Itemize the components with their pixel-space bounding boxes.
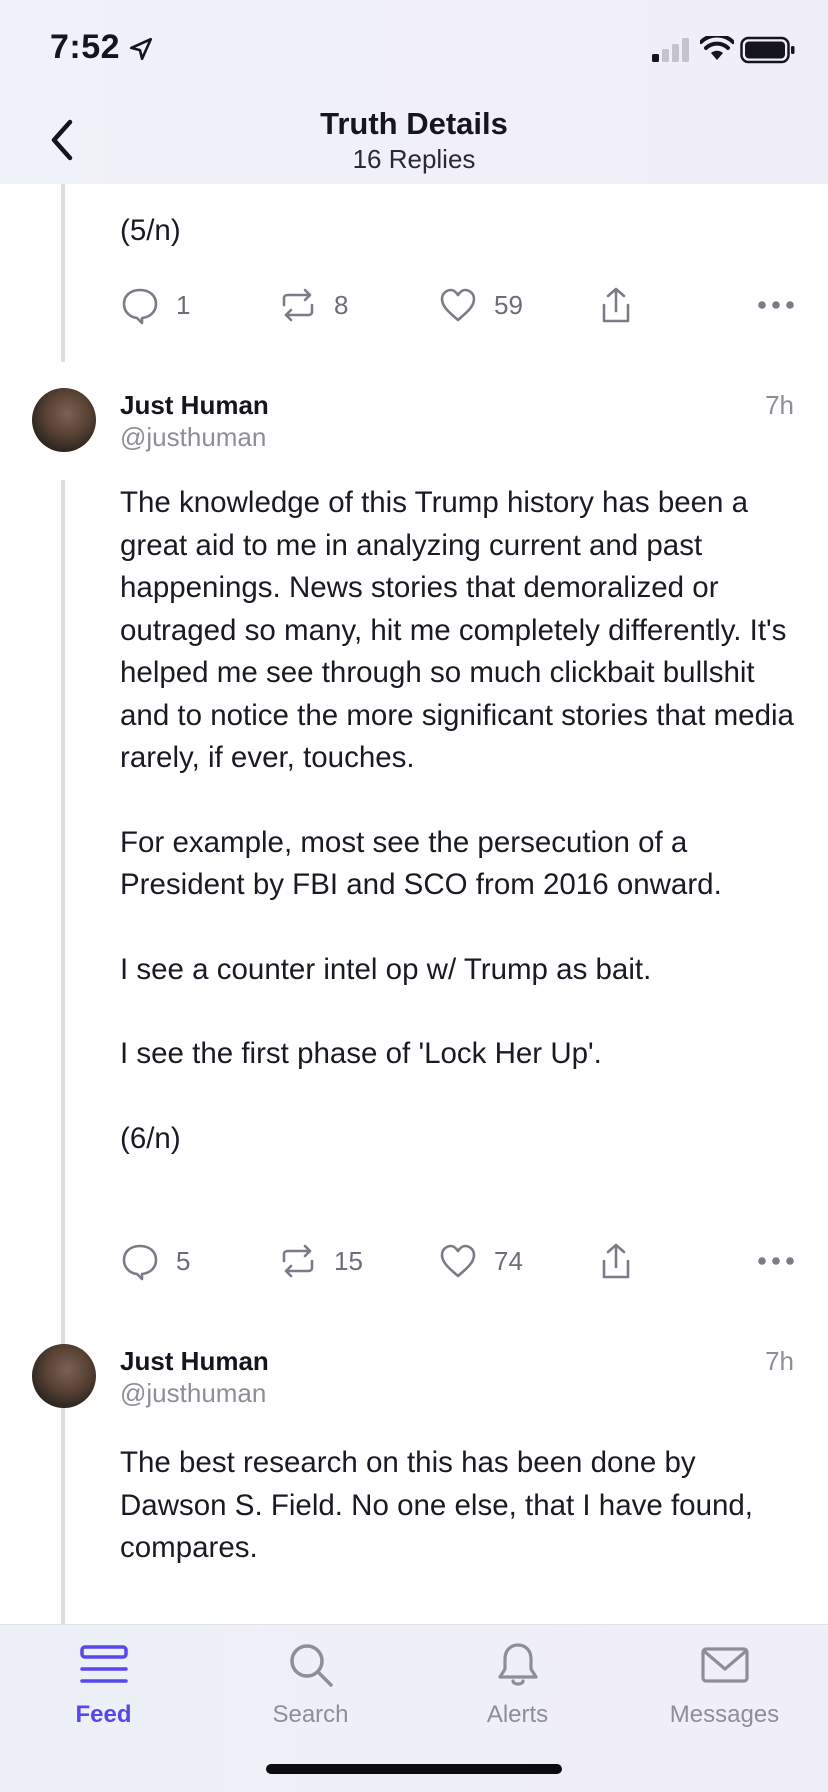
status-bar: 7:52 — [0, 0, 828, 100]
tab-label: Feed — [75, 1701, 132, 1728]
heart-icon — [440, 288, 476, 322]
retruth-count: 15 — [334, 1245, 363, 1276]
envelope-icon — [700, 1647, 749, 1683]
replies-count: 16 Replies — [352, 144, 476, 174]
author-name[interactable]: Just Human — [120, 390, 269, 421]
retruth-icon — [282, 288, 314, 322]
location-arrow-icon — [129, 37, 153, 61]
share-button[interactable] — [596, 280, 636, 330]
search-icon — [289, 1644, 333, 1687]
tab-label: Messages — [669, 1701, 780, 1728]
post-paragraph: The knowledge of this Trump history has … — [120, 486, 794, 774]
like-button[interactable]: 74 — [438, 1236, 523, 1286]
post-text: The knowledge of this Trump history has … — [120, 426, 800, 1160]
share-button[interactable] — [596, 1236, 636, 1286]
post-paragraph: I see a counter intel op w/ Trump as bai… — [120, 952, 652, 986]
avatar[interactable] — [32, 388, 96, 452]
thread-feed[interactable]: (5/n) 1 8 59 Just Human @justhuman 7h Th… — [0, 184, 828, 1624]
bell-icon — [497, 1643, 538, 1686]
post-paragraph: I see the first phase of 'Lock Her Up'. — [120, 1037, 602, 1070]
post-paragraph: (5/n) — [120, 214, 181, 247]
page-title: Truth Details — [320, 106, 508, 141]
ellipsis-icon — [758, 1257, 794, 1265]
reply-count: 1 — [176, 289, 191, 320]
battery-icon — [740, 36, 795, 64]
post-paragraph: (6/n) — [120, 1121, 181, 1155]
thread-line — [61, 1436, 65, 1624]
post-text: The best research on this has been done … — [120, 1436, 800, 1570]
post-text: (5/n) — [120, 210, 800, 253]
like-button[interactable]: 59 — [438, 280, 523, 330]
tab-messages[interactable]: Messages — [621, 1639, 828, 1749]
tab-label: Alerts — [486, 1701, 549, 1728]
author-handle[interactable]: @justhuman — [120, 1378, 266, 1409]
post-actions: 1 8 59 — [120, 280, 800, 330]
status-time: 7:52 — [50, 28, 121, 66]
post-actions: 5 15 74 — [120, 1236, 800, 1286]
share-icon — [602, 287, 630, 323]
author-name[interactable]: Just Human — [120, 1346, 269, 1377]
avatar[interactable] — [32, 1344, 96, 1408]
reply-icon — [122, 1244, 158, 1281]
top-bar: 7:52 Truth Details 16 Replies — [0, 0, 828, 184]
retruth-icon — [282, 1244, 314, 1278]
retruth-button[interactable]: 15 — [278, 1236, 363, 1286]
reply-button[interactable]: 1 — [120, 280, 190, 330]
tab-alerts[interactable]: Alerts — [414, 1639, 621, 1749]
retruth-count: 8 — [334, 289, 349, 320]
tab-feed[interactable]: Feed — [0, 1639, 207, 1749]
wifi-icon — [700, 36, 734, 60]
cellular-signal-icon — [652, 38, 689, 62]
feed-icon — [79, 1645, 128, 1683]
reply-count: 5 — [176, 1245, 191, 1276]
home-indicator[interactable] — [266, 1764, 562, 1774]
post-paragraph: The best research on this has been done … — [120, 1446, 753, 1564]
reply-icon — [122, 288, 158, 325]
thread-line — [61, 184, 65, 362]
post-timestamp: 7h — [765, 1346, 794, 1376]
share-icon — [602, 1243, 630, 1279]
reply-button[interactable]: 5 — [120, 1236, 190, 1286]
more-options-button[interactable] — [756, 280, 796, 330]
tab-search[interactable]: Search — [207, 1639, 414, 1749]
post-paragraph: For example, most see the persecution of… — [120, 825, 722, 902]
tab-label: Search — [272, 1701, 349, 1728]
heart-icon — [440, 1244, 476, 1278]
retruth-button[interactable]: 8 — [278, 280, 348, 330]
more-options-button[interactable] — [756, 1236, 796, 1286]
ellipsis-icon — [758, 301, 794, 309]
post-timestamp: 7h — [765, 390, 794, 420]
like-count: 74 — [494, 1245, 523, 1276]
like-count: 59 — [494, 289, 523, 320]
